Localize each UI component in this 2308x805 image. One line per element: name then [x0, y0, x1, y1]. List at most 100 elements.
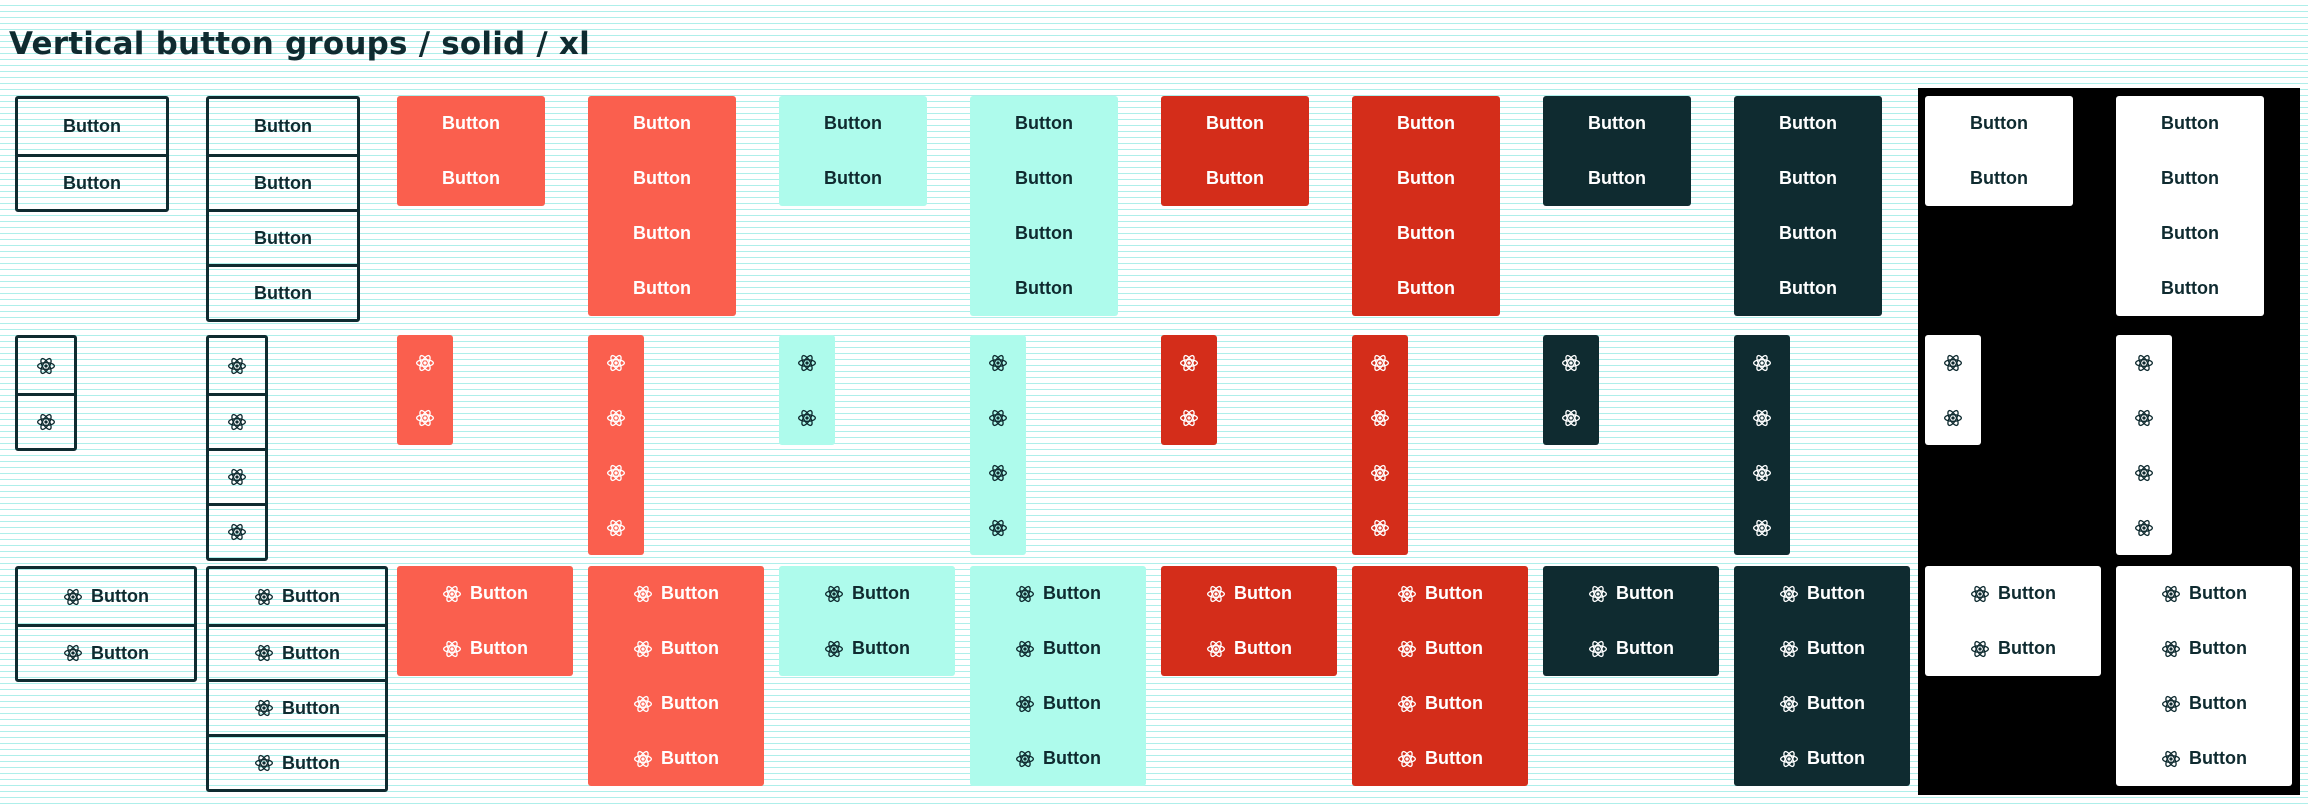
group-button[interactable]: Button [209, 624, 385, 679]
group-button[interactable]: Button [588, 621, 764, 676]
group-button[interactable]: Button [397, 151, 545, 206]
icon-button[interactable] [18, 393, 74, 448]
icon-button[interactable] [779, 390, 835, 445]
group-button[interactable]: Button [970, 206, 1118, 261]
group-button[interactable]: Button [970, 261, 1118, 316]
icon-button[interactable] [397, 390, 453, 445]
group-button[interactable]: Button [588, 676, 764, 731]
group-button[interactable]: Button [970, 621, 1146, 676]
icon-button[interactable] [2116, 445, 2172, 500]
group-button[interactable]: Button [1352, 676, 1528, 731]
icon-button[interactable] [1734, 500, 1790, 555]
group-button[interactable]: Button [1352, 621, 1528, 676]
group-button[interactable]: Button [2116, 206, 2264, 261]
group-button[interactable]: Button [588, 731, 764, 786]
group-button[interactable]: Button [588, 151, 736, 206]
icon-button[interactable] [970, 390, 1026, 445]
icon-button[interactable] [1734, 390, 1790, 445]
group-button[interactable]: Button [1543, 566, 1719, 621]
icon-button[interactable] [1352, 445, 1408, 500]
icon-button[interactable] [1352, 500, 1408, 555]
icon-button[interactable] [779, 335, 835, 390]
icon-button[interactable] [2116, 500, 2172, 555]
icon-button[interactable] [209, 503, 265, 558]
icon-button[interactable] [1734, 335, 1790, 390]
icon-button[interactable] [209, 338, 265, 393]
group-button[interactable]: Button [397, 621, 573, 676]
icon-button[interactable] [1734, 445, 1790, 500]
group-button[interactable]: Button [397, 566, 573, 621]
group-button[interactable]: Button [1734, 676, 1910, 731]
group-button[interactable]: Button [779, 96, 927, 151]
icon-button[interactable] [209, 393, 265, 448]
group-button[interactable]: Button [1925, 151, 2073, 206]
icon-button[interactable] [588, 335, 644, 390]
group-button[interactable]: Button [588, 206, 736, 261]
group-button[interactable]: Button [1734, 96, 1882, 151]
group-button[interactable]: Button [2116, 621, 2292, 676]
icon-button[interactable] [1543, 335, 1599, 390]
icon-button[interactable] [970, 335, 1026, 390]
icon-button[interactable] [1161, 335, 1217, 390]
group-button[interactable]: Button [209, 264, 357, 319]
group-button[interactable]: Button [1734, 206, 1882, 261]
icon-button[interactable] [970, 445, 1026, 500]
group-button[interactable]: Button [397, 96, 545, 151]
group-button[interactable]: Button [18, 99, 166, 154]
group-button[interactable]: Button [1352, 261, 1500, 316]
group-button[interactable]: Button [18, 154, 166, 209]
icon-button[interactable] [1925, 335, 1981, 390]
group-button[interactable]: Button [2116, 731, 2292, 786]
group-button[interactable]: Button [18, 624, 194, 679]
group-button[interactable]: Button [18, 569, 194, 624]
group-button[interactable]: Button [1161, 96, 1309, 151]
group-button[interactable]: Button [1925, 96, 2073, 151]
icon-button[interactable] [588, 390, 644, 445]
group-button[interactable]: Button [588, 96, 736, 151]
group-button[interactable]: Button [1352, 566, 1528, 621]
group-button[interactable]: Button [779, 151, 927, 206]
group-button[interactable]: Button [588, 566, 764, 621]
group-button[interactable]: Button [2116, 96, 2264, 151]
group-button[interactable]: Button [209, 99, 357, 154]
group-button[interactable]: Button [1543, 151, 1691, 206]
group-button[interactable]: Button [1543, 621, 1719, 676]
group-button[interactable]: Button [1352, 96, 1500, 151]
icon-button[interactable] [2116, 390, 2172, 445]
group-button[interactable]: Button [1352, 731, 1528, 786]
icon-button[interactable] [397, 335, 453, 390]
group-button[interactable]: Button [970, 676, 1146, 731]
group-button[interactable]: Button [209, 569, 385, 624]
icon-button[interactable] [1925, 390, 1981, 445]
group-button[interactable]: Button [970, 566, 1146, 621]
group-button[interactable]: Button [970, 151, 1118, 206]
group-button[interactable]: Button [588, 261, 736, 316]
group-button[interactable]: Button [209, 679, 385, 734]
group-button[interactable]: Button [1925, 621, 2101, 676]
group-button[interactable]: Button [779, 566, 955, 621]
icon-button[interactable] [18, 338, 74, 393]
icon-button[interactable] [1543, 390, 1599, 445]
group-button[interactable]: Button [1352, 151, 1500, 206]
group-button[interactable]: Button [1161, 621, 1337, 676]
icon-button[interactable] [588, 500, 644, 555]
group-button[interactable]: Button [1161, 151, 1309, 206]
icon-button[interactable] [1352, 335, 1408, 390]
group-button[interactable]: Button [1352, 206, 1500, 261]
group-button[interactable]: Button [209, 734, 385, 789]
icon-button[interactable] [588, 445, 644, 500]
group-button[interactable]: Button [1734, 151, 1882, 206]
group-button[interactable]: Button [2116, 676, 2292, 731]
icon-button[interactable] [2116, 335, 2172, 390]
group-button[interactable]: Button [1925, 566, 2101, 621]
group-button[interactable]: Button [779, 621, 955, 676]
group-button[interactable]: Button [209, 154, 357, 209]
group-button[interactable]: Button [2116, 151, 2264, 206]
group-button[interactable]: Button [1734, 261, 1882, 316]
group-button[interactable]: Button [970, 731, 1146, 786]
group-button[interactable]: Button [970, 96, 1118, 151]
icon-button[interactable] [1161, 390, 1217, 445]
icon-button[interactable] [209, 448, 265, 503]
icon-button[interactable] [970, 500, 1026, 555]
group-button[interactable]: Button [2116, 566, 2292, 621]
